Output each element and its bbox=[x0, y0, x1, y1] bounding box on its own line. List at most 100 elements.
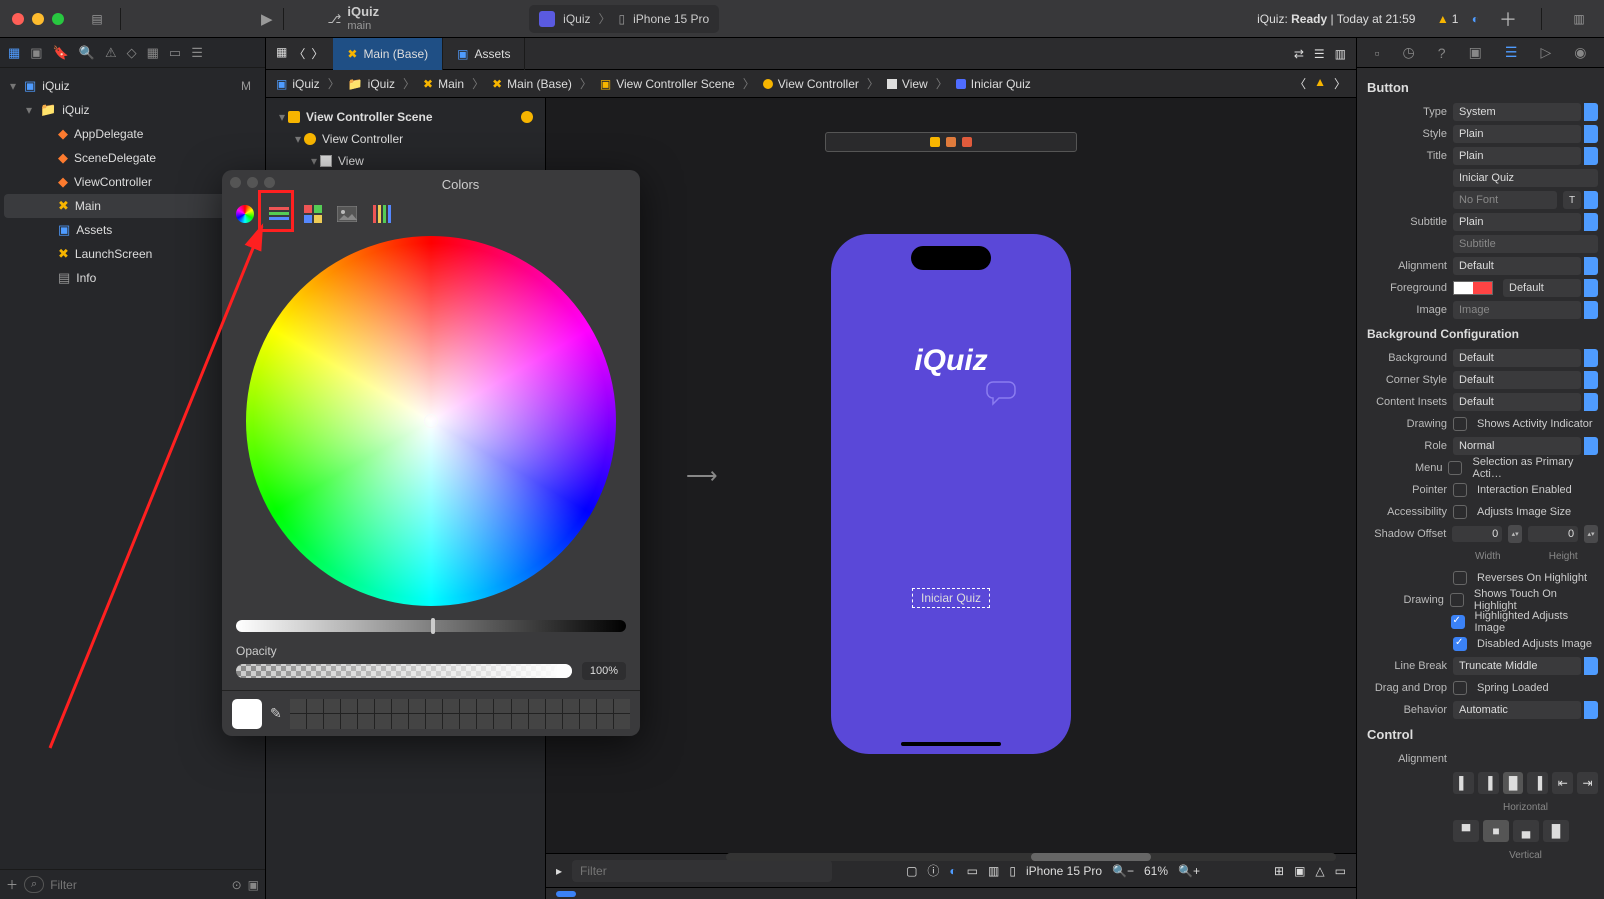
foreground-select[interactable]: Default bbox=[1503, 279, 1581, 297]
eyedropper-icon[interactable]: ✎ bbox=[270, 705, 282, 722]
orientation-icon[interactable]: ▭ bbox=[967, 864, 978, 878]
tree-file[interactable]: ◆AppDelegate bbox=[4, 122, 261, 146]
adjust-editor-icon[interactable]: ☰ bbox=[1314, 47, 1325, 61]
file-inspector-icon[interactable]: ▫ bbox=[1375, 45, 1380, 61]
color-swatch[interactable] bbox=[1453, 281, 1493, 295]
dropdown-icon[interactable] bbox=[1584, 213, 1598, 231]
wheel-cursor[interactable] bbox=[424, 414, 438, 428]
linebreak-select[interactable]: Truncate Middle bbox=[1453, 657, 1581, 675]
outline-toggle-icon[interactable]: ▸ bbox=[556, 864, 562, 878]
layout-icon[interactable]: ▢ bbox=[906, 864, 917, 878]
cloud-status-icon[interactable]: ◐ bbox=[1472, 12, 1479, 26]
colors-panel[interactable]: Colors Opacity 100% ✎ bbox=[222, 170, 640, 736]
tree-group[interactable]: ▾📁 iQuiz bbox=[4, 98, 261, 122]
forward-small-icon[interactable]: 〉 bbox=[1334, 75, 1346, 92]
filter-scope[interactable]: ⌕ bbox=[24, 876, 44, 893]
add-icon[interactable]: ＋ bbox=[6, 876, 18, 893]
library-add-button[interactable]: ＋ bbox=[1499, 6, 1517, 32]
spring-loaded-checkbox[interactable] bbox=[1453, 681, 1467, 695]
scheme-selector[interactable]: iQuiz 〉 ▯ iPhone 15 Pro bbox=[529, 5, 719, 33]
crumb-label[interactable]: View bbox=[902, 77, 928, 91]
align-top-icon[interactable]: ▀ bbox=[1453, 820, 1479, 842]
resolve-tool-icon[interactable]: △ bbox=[1315, 864, 1324, 878]
run-button[interactable]: ▶ bbox=[261, 10, 273, 28]
disabled-adjusts-checkbox[interactable] bbox=[1453, 637, 1467, 651]
dropdown-icon[interactable] bbox=[1584, 279, 1598, 297]
canvas-hscroll[interactable] bbox=[726, 853, 1336, 863]
align-fill-v-icon[interactable]: █ bbox=[1543, 820, 1569, 842]
crumb-label[interactable]: Main (Base) bbox=[507, 77, 572, 91]
shadow-width-input[interactable] bbox=[1452, 526, 1502, 542]
connections-inspector-icon[interactable]: ◉ bbox=[1574, 44, 1586, 61]
crumb-label[interactable]: View Controller bbox=[778, 77, 859, 91]
slider-knob[interactable] bbox=[431, 618, 435, 634]
maximize-window-icon[interactable] bbox=[52, 13, 64, 25]
issues-icon[interactable]: ⚠ bbox=[105, 45, 117, 61]
minimap-icon[interactable]: ⇄ bbox=[1294, 47, 1304, 61]
ib-canvas[interactable]: ⟶ iQuiz Iniciar Quiz bbox=[546, 98, 1356, 853]
align-leading-icon[interactable]: ⇤ bbox=[1552, 772, 1573, 794]
debug-bar[interactable] bbox=[546, 887, 1356, 899]
crumb-label[interactable]: View Controller Scene bbox=[616, 77, 735, 91]
debug-icon[interactable]: ▦ bbox=[147, 45, 159, 61]
font-picker-icon[interactable]: T bbox=[1563, 191, 1581, 209]
device-preview[interactable]: iQuiz Iniciar Quiz bbox=[831, 234, 1071, 754]
size-inspector-icon[interactable]: ▷ bbox=[1540, 44, 1551, 61]
warning-dot-icon[interactable] bbox=[521, 111, 533, 123]
jump-bar[interactable]: ▣iQuiz〉 📁iQuiz〉 ✖Main〉 ✖Main (Base)〉 ▣Vi… bbox=[266, 70, 1356, 98]
close-window-icon[interactable] bbox=[12, 13, 24, 25]
subtitle-input[interactable]: Subtitle bbox=[1453, 235, 1598, 253]
brightness-slider[interactable] bbox=[236, 620, 626, 632]
tests-icon[interactable]: ◇ bbox=[127, 45, 137, 61]
type-select[interactable]: System bbox=[1453, 103, 1581, 121]
minimize-window-icon[interactable] bbox=[32, 13, 44, 25]
pin-tool-icon[interactable]: ▣ bbox=[1294, 864, 1305, 878]
first-responder-icon[interactable] bbox=[946, 137, 956, 147]
crumb-label[interactable]: Iniciar Quiz bbox=[971, 77, 1031, 91]
breakpoints-icon[interactable]: ▭ bbox=[169, 45, 181, 61]
toggle-inspector-icon[interactable]: ▥ bbox=[1566, 6, 1592, 32]
selected-button[interactable]: Iniciar Quiz bbox=[912, 588, 990, 608]
forward-icon[interactable]: 〉 bbox=[311, 45, 323, 62]
add-editor-icon[interactable]: ▥ bbox=[1335, 47, 1346, 61]
layout-margins-icon[interactable]: ▥ bbox=[988, 864, 999, 878]
touch-highlight-checkbox[interactable] bbox=[1450, 593, 1464, 607]
zoom-level[interactable]: 61% bbox=[1144, 864, 1168, 878]
title-mode-select[interactable]: Plain bbox=[1453, 147, 1581, 165]
bookmark-icon[interactable]: 🔖 bbox=[53, 45, 69, 61]
stepper-icon[interactable]: ▴▾ bbox=[1508, 525, 1522, 543]
panel-traffic-lights[interactable] bbox=[230, 177, 281, 191]
dropdown-icon[interactable] bbox=[1584, 371, 1598, 389]
behavior-select[interactable]: Automatic bbox=[1453, 701, 1581, 719]
find-icon[interactable]: 🔍 bbox=[79, 45, 95, 61]
project-name[interactable]: iQuiz bbox=[347, 5, 379, 19]
align-left-icon[interactable]: ▌ bbox=[1453, 772, 1474, 794]
crumb-label[interactable]: Main bbox=[438, 77, 464, 91]
color-wheel-mode-icon[interactable] bbox=[232, 202, 258, 226]
menu-checkbox[interactable] bbox=[1448, 461, 1462, 475]
recent-icon[interactable]: ⊙ bbox=[232, 878, 242, 892]
subtitle-mode-select[interactable]: Plain bbox=[1453, 213, 1581, 231]
exit-icon[interactable] bbox=[962, 137, 972, 147]
highlighted-adjusts-checkbox[interactable] bbox=[1451, 615, 1465, 629]
crumb-label[interactable]: iQuiz bbox=[292, 77, 319, 91]
image-palettes-mode-icon[interactable] bbox=[334, 202, 360, 226]
outline-vc[interactable]: ▾ View Controller bbox=[270, 128, 541, 150]
tree-file[interactable]: ◆SceneDelegate bbox=[4, 146, 261, 170]
dropdown-icon[interactable] bbox=[1584, 257, 1598, 275]
align-trailing-icon[interactable]: ⇥ bbox=[1577, 772, 1598, 794]
window-traffic-lights[interactable] bbox=[12, 13, 64, 25]
style-select[interactable]: Plain bbox=[1453, 125, 1581, 143]
pencils-mode-icon[interactable] bbox=[368, 202, 394, 226]
outline-view[interactable]: ▾ View bbox=[270, 150, 541, 172]
reverses-checkbox[interactable] bbox=[1453, 571, 1467, 585]
appearance-icon[interactable]: ◐ bbox=[949, 864, 956, 878]
tab-assets[interactable]: ▣ Assets bbox=[443, 38, 525, 70]
pointer-checkbox[interactable] bbox=[1453, 483, 1467, 497]
align-fill-icon[interactable]: █ bbox=[1503, 772, 1524, 794]
project-navigator-icon[interactable]: ▦ bbox=[8, 45, 20, 61]
role-select[interactable]: Normal bbox=[1453, 437, 1581, 455]
inspector-tabs[interactable]: ▫ ◷ ? ▣ ☰ ▷ ◉ bbox=[1357, 38, 1604, 68]
activity-indicator-checkbox[interactable] bbox=[1453, 417, 1467, 431]
initial-vc-arrow-icon[interactable]: ⟶ bbox=[686, 463, 718, 489]
